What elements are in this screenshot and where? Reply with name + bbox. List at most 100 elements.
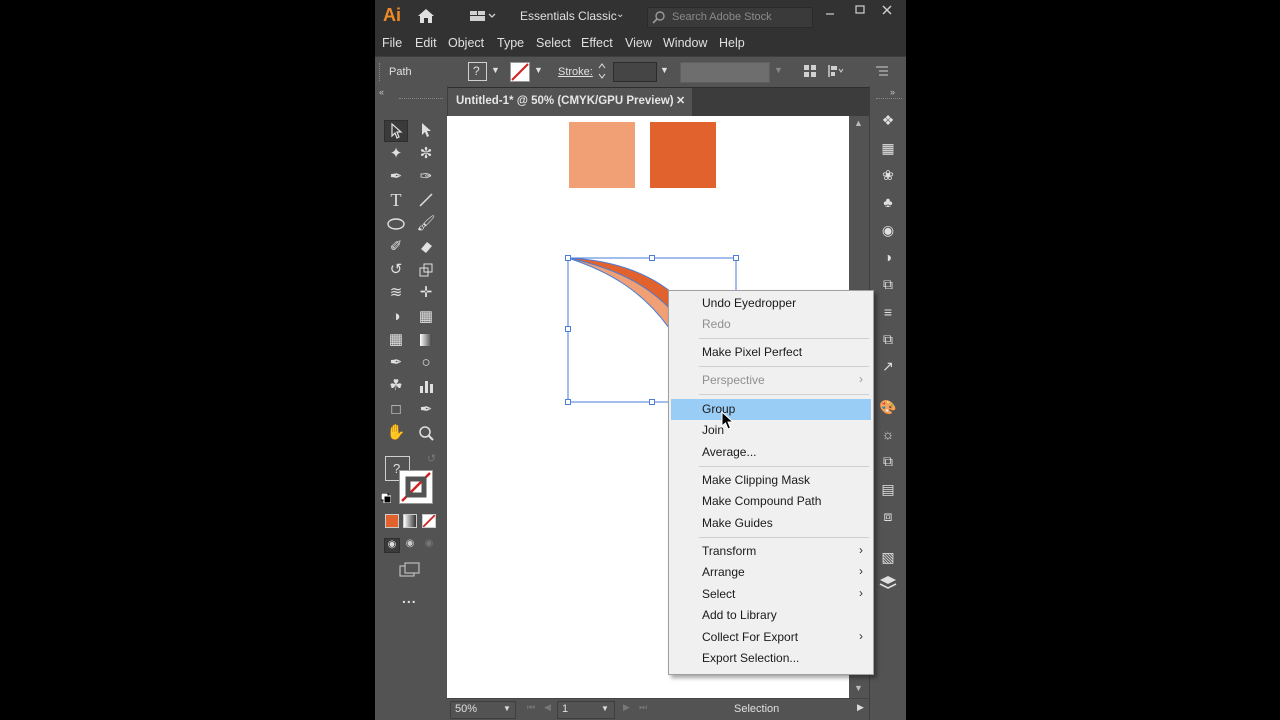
paintbrush-tool-icon[interactable]: 🖌 [415,214,437,234]
menu-item-add-to-library[interactable]: Add to Library [669,605,873,626]
free-transform-tool-icon[interactable]: ✛ [415,283,437,303]
none-mode-button[interactable] [422,514,436,528]
workspace-switcher[interactable]: Essentials Classic ⌄ [512,6,630,26]
transform-icon[interactable] [827,64,845,81]
panel-menu-icon[interactable] [875,65,889,80]
menu-type[interactable]: Type [497,36,524,50]
scroll-down-icon[interactable]: ▼ [854,683,863,693]
menu-item-transform[interactable]: Transform › [669,541,873,562]
menu-item-group[interactable]: Group [671,399,871,420]
swatches-panel-icon[interactable]: ▦ [878,138,898,158]
menu-item-arrange[interactable]: Arrange › [669,562,873,583]
creative-cloud-icon[interactable]: ◉ [878,220,898,240]
search-stock-input[interactable]: Search Adobe Stock [647,7,813,28]
links-panel-icon[interactable]: ⧉ [878,329,898,349]
menu-item-make-guides[interactable]: Make Guides [669,513,873,534]
brushes-panel-icon[interactable]: ❀ [878,165,898,185]
stroke-weight-input[interactable] [613,62,657,82]
curvature-tool-icon[interactable]: ✑ [415,167,437,187]
artboards-panel-icon[interactable]: ⧉ [878,274,898,294]
menu-item-export-selection[interactable]: Export Selection... [669,648,873,669]
menu-select[interactable]: Select [536,36,571,50]
align-panel-icon[interactable]: ▤ [878,479,898,499]
close-tab-icon[interactable]: ✕ [676,94,685,107]
gradient-panel-icon[interactable]: ▧ [878,547,898,567]
libraries-panel-icon[interactable]: ❖ [878,110,898,130]
scale-tool-icon[interactable] [415,260,437,280]
prev-artboard-icon[interactable]: ◀ [544,702,551,713]
shape-builder-tool-icon[interactable]: ◑ [385,307,407,327]
magic-wand-tool-icon[interactable]: ✦ [385,144,407,164]
shaper-tool-icon[interactable]: ✐ [385,237,407,257]
symbol-sprayer-tool-icon[interactable]: ☘ [385,376,407,396]
pathfinder-panel-icon[interactable]: ⧈ [878,506,898,526]
zoom-field[interactable]: 50% ▼ [450,701,516,719]
appearance-panel-icon[interactable]: ◑ [878,247,898,267]
hand-tool-icon[interactable]: ✋ [385,423,407,443]
rotate-tool-icon[interactable]: ↺ [385,260,407,280]
menu-help[interactable]: Help [719,36,745,50]
menu-view[interactable]: View [625,36,652,50]
stroke-swatch[interactable] [510,62,530,82]
column-graph-tool-icon[interactable] [415,376,437,396]
default-fill-stroke-icon[interactable] [380,492,392,504]
screen-mode-icon[interactable] [399,562,421,581]
mesh-tool-icon[interactable]: ▦ [385,330,407,350]
perspective-grid-tool-icon[interactable]: ▦ [415,307,437,327]
gradient-mode-button[interactable] [403,514,417,528]
draw-normal-icon[interactable]: ◉ [384,538,400,553]
menu-effect[interactable]: Effect [581,36,613,50]
eraser-tool-icon[interactable] [415,237,437,257]
type-tool-icon[interactable]: T [385,190,407,210]
first-artboard-icon[interactable]: ⏮ [527,702,535,713]
stroke-box[interactable] [399,470,433,504]
symbols-panel-icon[interactable]: ♣ [878,192,898,212]
fill-swatch[interactable]: ? [468,62,487,81]
transform-panel-icon[interactable]: ⧉ [878,451,898,471]
menu-item-undo-eyedropper[interactable]: Undo Eyedropper [669,293,873,314]
maximize-button[interactable] [853,4,867,16]
ellipse-tool-icon[interactable] [385,214,407,234]
collapse-icon[interactable]: « [379,87,384,97]
menu-file[interactable]: File [382,36,402,50]
color-mode-button[interactable] [385,514,399,528]
chevron-down-icon[interactable]: ▼ [534,65,543,75]
color-guide-icon[interactable]: 🎨 [878,397,898,417]
menu-window[interactable]: Window [663,36,707,50]
chevron-down-icon[interactable]: ▼ [774,65,783,75]
menu-item-average[interactable]: Average... [669,442,873,463]
pen-tool-icon[interactable]: ✒ [385,167,407,187]
arrange-documents-icon[interactable] [469,9,497,23]
artboard-tool-icon[interactable]: □ [385,400,407,420]
menu-item-join[interactable]: Join [669,420,873,441]
scroll-up-icon[interactable]: ▲ [854,118,863,128]
zoom-tool-icon[interactable] [415,423,437,443]
chevron-down-icon[interactable]: ▼ [491,65,500,75]
artboard-number-field[interactable]: 1 ▼ [557,701,615,719]
layers-panel-icon[interactable] [878,574,898,594]
menu-item-make-compound-path[interactable]: Make Compound Path [669,491,873,512]
eyedropper-tool-icon[interactable]: ✒ [385,353,407,373]
menu-item-make-pixel-perfect[interactable]: Make Pixel Perfect [669,342,873,363]
graphic-styles-icon[interactable]: ☼ [878,424,898,444]
variable-width-profile[interactable] [680,62,770,83]
status-menu-icon[interactable]: ▶ [857,702,864,713]
lasso-tool-icon[interactable]: ✼ [415,144,437,164]
last-artboard-icon[interactable]: ⏭ [639,702,647,713]
draw-inside-icon[interactable]: ◉ [422,538,436,551]
minimize-button[interactable] [823,6,837,18]
export-panel-icon[interactable]: ↗ [878,356,898,376]
stroke-panel-icon[interactable]: ≡ [878,302,898,322]
menu-edit[interactable]: Edit [415,36,437,50]
blend-tool-icon[interactable]: ○ [415,353,437,373]
chevron-down-icon[interactable]: ▼ [660,65,669,75]
line-tool-icon[interactable] [415,190,437,210]
stroke-stepper[interactable] [597,62,607,80]
slice-tool-icon[interactable]: ✒ [415,400,437,420]
width-tool-icon[interactable]: ≋ [385,283,407,303]
menu-item-make-clipping-mask[interactable]: Make Clipping Mask [669,470,873,491]
home-icon[interactable] [416,7,436,25]
more-tools-icon[interactable]: ... [402,590,417,606]
direct-selection-tool-icon[interactable] [415,120,437,140]
swap-fill-stroke-icon[interactable]: ↺ [427,452,436,465]
